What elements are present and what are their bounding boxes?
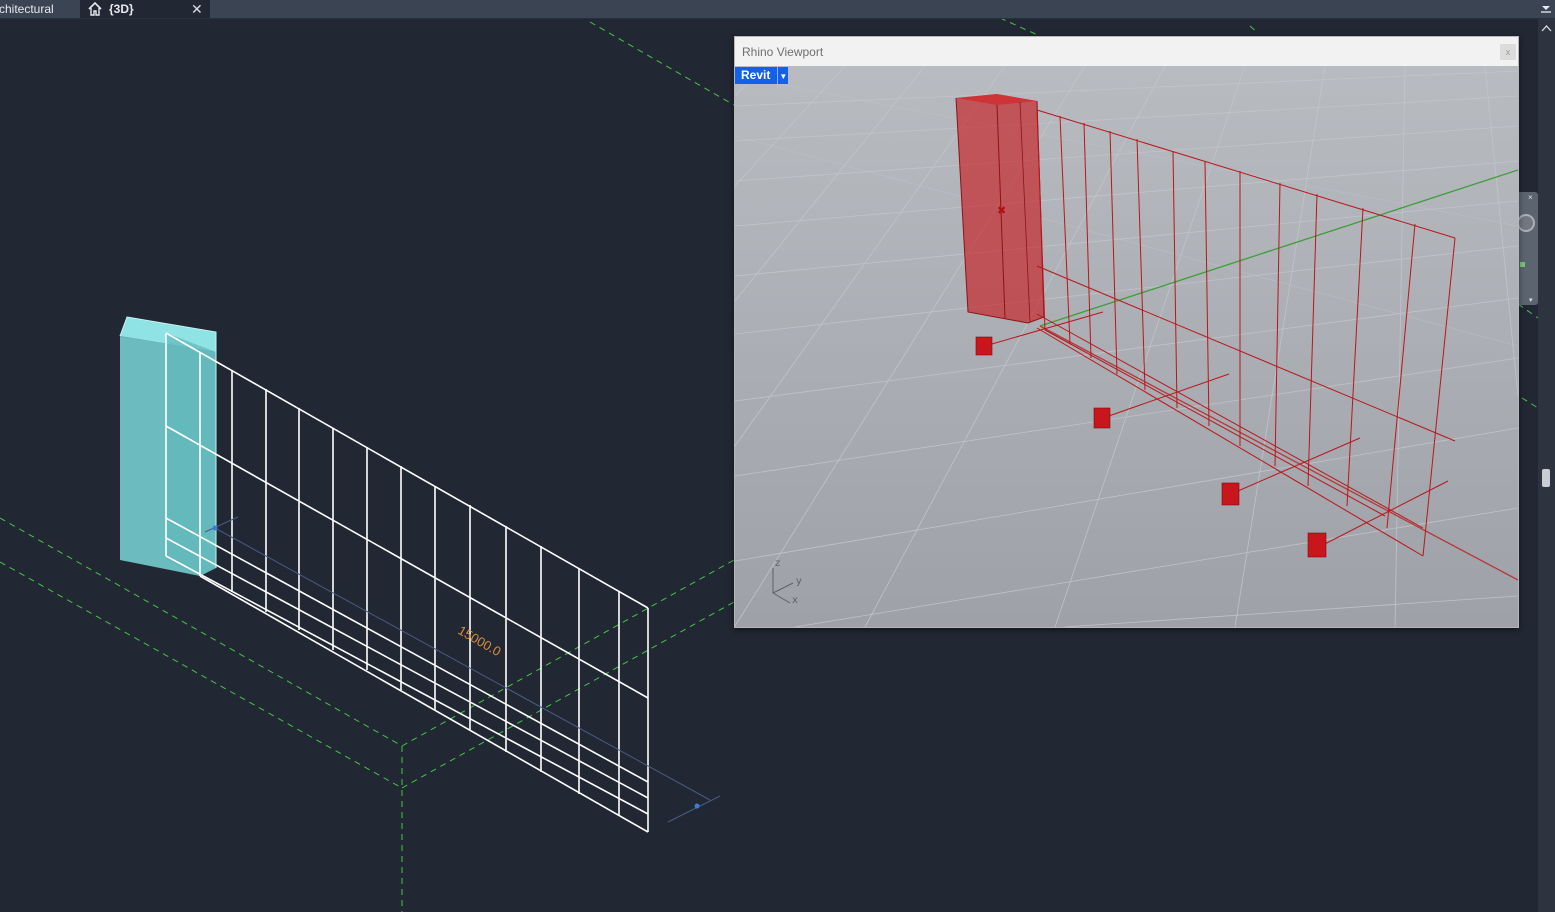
close-tab-icon[interactable]: ✕ [191, 0, 203, 18]
revit-view-menu-button[interactable]: Revit ▼ [735, 67, 789, 85]
dimension-grip[interactable] [694, 803, 700, 809]
scrollbar-thumb[interactable] [1542, 469, 1550, 487]
tab-overflow-icon[interactable] [1540, 2, 1552, 14]
steering-wheel-icon[interactable] [1517, 214, 1535, 232]
tab-3d-view[interactable]: {3D} ✕ [80, 0, 210, 18]
view-cube-panel[interactable]: × ▾ [1516, 192, 1538, 305]
close-button[interactable]: x [1500, 44, 1516, 60]
origin-marker-icon: ✖ [997, 204, 1006, 217]
dimension-line [204, 516, 721, 823]
rhino-3d-canvas[interactable]: ✖ z y x Revit ▼ [735, 66, 1518, 627]
chevron-down-icon[interactable]: ▼ [778, 68, 788, 85]
curtain-wall-wireframe[interactable] [165, 332, 649, 833]
rhino-title-bar[interactable]: Rhino Viewport x [735, 37, 1518, 66]
tab-architectural[interactable]: rchitectural [0, 0, 77, 18]
dimension-label: 15000.0 [456, 623, 504, 659]
chevron-down-icon[interactable]: ▾ [1529, 296, 1533, 304]
view-menu-label: Revit [735, 67, 779, 84]
home-icon [88, 1, 102, 16]
view-tab-bar: rchitectural {3D} ✕ [0, 0, 1555, 19]
axis-y-label: y [796, 576, 802, 587]
close-icon[interactable]: × [1528, 193, 1533, 202]
axis-z-label: z [775, 558, 780, 569]
tab-label: {3D} [109, 2, 134, 16]
status-dot-icon [1520, 262, 1525, 267]
rhino-viewport-window[interactable]: Rhino Viewport x ✖ z y x Revit ▼ [734, 36, 1519, 628]
axis-x-label: x [792, 595, 798, 606]
window-title: Rhino Viewport [742, 45, 824, 59]
scroll-up-icon[interactable] [1538, 23, 1555, 35]
vertical-scrollbar[interactable] [1538, 19, 1555, 912]
tab-label: rchitectural [0, 2, 54, 16]
dimension-grip[interactable] [212, 525, 218, 531]
